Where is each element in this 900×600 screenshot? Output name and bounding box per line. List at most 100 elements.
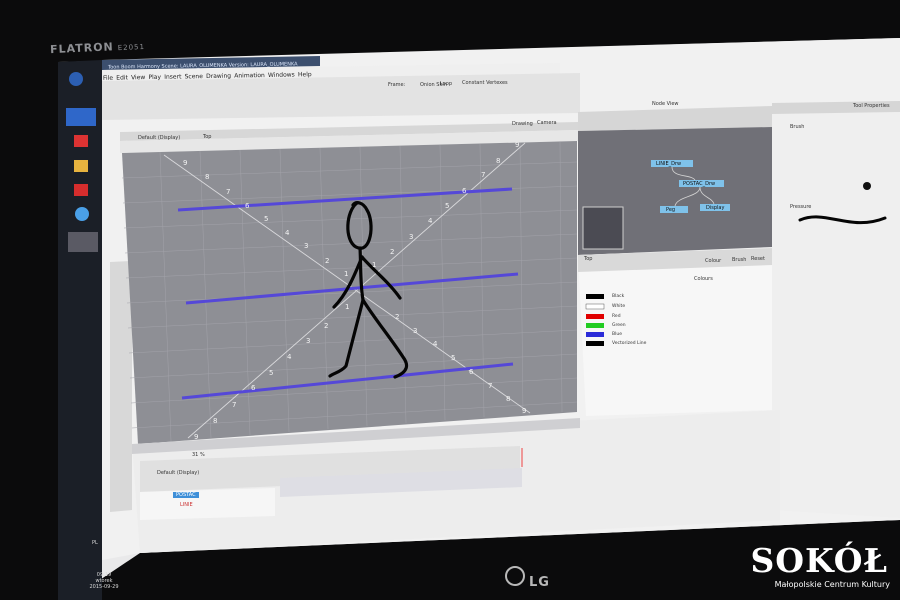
taskbar-clock[interactable]: 09:19 wtorek 2015-09-29 [88, 572, 120, 590]
swatch-black[interactable] [586, 294, 604, 299]
menu-file[interactable]: File [103, 75, 113, 82]
taskbar-ie-icon[interactable] [75, 207, 89, 221]
tool-properties-panel [772, 101, 900, 518]
colour-tab-colour[interactable]: Colour [705, 258, 721, 264]
guide-number-7: 7 [226, 188, 231, 196]
guide-number-5-low-right: 5 [451, 354, 456, 362]
swatch-label-blue: Blue [612, 332, 622, 337]
guide-number-9-right: 9 [515, 141, 520, 149]
guide-number-7-low: 7 [232, 401, 237, 409]
menu-insert[interactable]: Insert [164, 73, 181, 80]
guide-number-8-low-right: 8 [506, 395, 511, 403]
guide-number-8-low: 8 [213, 417, 218, 425]
guide-number-8: 8 [205, 173, 210, 181]
swatch-green[interactable] [586, 323, 604, 328]
guide-number-3-right: 3 [409, 233, 414, 241]
timeline-view-dropdown[interactable]: Default (Display) [157, 470, 199, 476]
swatch-label-vectorized-line: Vectorized Line [612, 341, 647, 346]
guide-number-1-right: 1 [372, 261, 377, 269]
node-peg-label: Peg [666, 207, 676, 213]
menu-edit[interactable]: Edit [116, 74, 128, 81]
menu-play[interactable]: Play [148, 74, 161, 81]
layer-list [140, 488, 275, 520]
swatch-label-black: Black [612, 294, 625, 299]
menu-drawing[interactable]: Drawing [206, 73, 231, 80]
guide-number-6-right: 6 [462, 187, 467, 195]
view-dropdown[interactable]: Default (Display) [138, 135, 180, 141]
guide-number-3: 3 [304, 242, 309, 250]
swatch-blue[interactable] [586, 332, 604, 337]
node-postac-label: POSTAC_Drw [683, 181, 716, 187]
timeline-layer-linie[interactable]: LINIE [180, 502, 193, 508]
taskbar-language[interactable]: PL [92, 540, 98, 546]
loop-label: Loop [440, 81, 452, 87]
watermark-title: SOKÓŁ [750, 541, 888, 580]
swatch-red[interactable] [586, 314, 604, 319]
brush-size-preview-icon [863, 182, 871, 190]
taskbar-date: 2015-09-29 [89, 584, 119, 590]
swatch-vectorized-line[interactable] [586, 341, 604, 346]
taskbar-app-icon[interactable] [66, 108, 96, 126]
swatch-label-red: Red [612, 314, 621, 319]
frame-field-label: Frame: [388, 82, 406, 88]
menu-windows[interactable]: Windows [268, 71, 295, 78]
menu-scene[interactable]: Scene [185, 73, 203, 80]
lg-logo: LG [505, 566, 550, 590]
tool-properties-title: Tool Properties [853, 103, 890, 109]
drawing-tab[interactable]: Drawing [512, 121, 533, 127]
colour-tab-top[interactable]: Top [584, 256, 592, 262]
guide-number-1-low: 1 [345, 303, 350, 311]
guide-number-8-right: 8 [496, 157, 501, 165]
guide-number-6-low: 6 [251, 384, 256, 392]
taskbar-media-icon[interactable] [74, 135, 88, 147]
guide-number-7-low-right: 7 [488, 382, 493, 390]
taskbar-harmony-icon[interactable] [68, 232, 98, 252]
colour-tab-colours[interactable]: Colours [694, 276, 713, 282]
tool-properties-pressure: Pressure [790, 204, 812, 210]
timeline-layer-postac[interactable]: POSTAC [173, 492, 199, 498]
guide-number-5-right: 5 [445, 202, 450, 210]
guide-number-7-right: 7 [481, 171, 486, 179]
colour-view [578, 248, 772, 416]
guide-number-3-low-right: 3 [413, 327, 418, 335]
menu-help[interactable]: Help [298, 71, 312, 78]
guide-number-3-low: 3 [306, 337, 311, 345]
monitor-model: E2051 [117, 42, 146, 53]
guide-number-2-low: 2 [324, 322, 329, 330]
screen-svg [0, 0, 900, 600]
guide-number-9-low: 9 [194, 433, 199, 441]
guide-number-2-right: 2 [390, 248, 395, 256]
guide-number-4: 4 [285, 229, 290, 237]
view-label: Top [203, 134, 212, 140]
node-view-title: Node View [652, 101, 679, 107]
tool-properties-brush: Brush [790, 124, 805, 130]
node-display-label: Display [706, 205, 725, 211]
swatch-white[interactable] [585, 303, 605, 310]
start-button-icon[interactable] [69, 72, 83, 86]
constant-vertexes-label: Constant Vertexes [462, 80, 508, 86]
zoom-field[interactable]: 31 % [192, 452, 205, 458]
guide-number-4-right: 4 [428, 217, 433, 225]
menu-view[interactable]: View [131, 74, 145, 81]
colour-tab-reset[interactable]: Reset [751, 256, 765, 262]
swatch-label-green: Green [612, 323, 626, 328]
menu-animation[interactable]: Animation [234, 72, 265, 80]
taskbar-pdf-icon[interactable] [74, 184, 88, 196]
guide-number-5: 5 [264, 215, 269, 223]
guide-number-5-low: 5 [269, 369, 274, 377]
guide-number-4-low-right: 4 [433, 340, 438, 348]
guide-number-6: 6 [245, 202, 250, 210]
guide-number-2-low-right: 2 [395, 313, 400, 321]
taskbar-folder-icon[interactable] [74, 160, 88, 172]
node-linie-label: LINIE_Drw [656, 161, 682, 167]
guide-number-4-low: 4 [287, 353, 292, 361]
photo-scene: FLATRON E2051 LG SOKÓŁ Małopolskie Centru… [0, 0, 900, 600]
monitor-brand: FLATRON [49, 40, 114, 57]
tools-toolbar [110, 261, 132, 512]
colour-tab-brush[interactable]: Brush [732, 257, 746, 263]
camera-tab[interactable]: Camera [537, 120, 557, 126]
watermark-subtitle: Małopolskie Centrum Kultury [774, 580, 890, 589]
lg-logo-text: LG [529, 575, 550, 590]
node-navigator[interactable] [582, 206, 624, 250]
guide-number-9-low-right: 9 [522, 407, 527, 415]
